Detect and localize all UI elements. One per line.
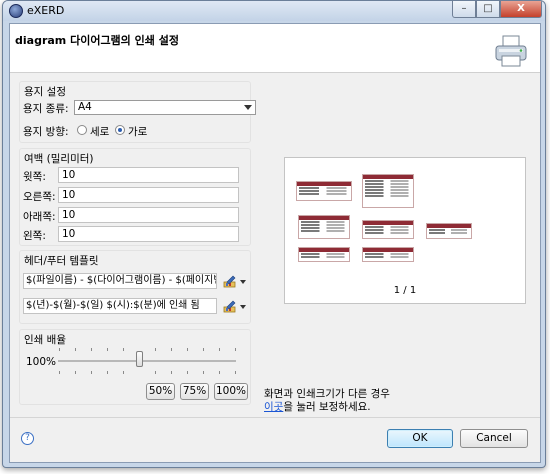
slider-tick	[59, 371, 60, 374]
scale-50-button[interactable]: 50%	[146, 383, 175, 400]
paper-type-label: 용지 종류:	[23, 103, 69, 115]
orientation-label: 용지 방향:	[23, 126, 69, 138]
dialog-window: eXERD – □ X diagram 다이어그램의 인쇄 설정 용지 설정 용…	[2, 0, 546, 468]
title-bar[interactable]: eXERD – □ X	[3, 1, 545, 21]
margin-right-label: 오른쪽:	[23, 191, 56, 203]
margin-bottom-label: 아래쪽:	[23, 211, 56, 223]
margins-group: 여백 (밀리미터) 윗쪽: 10 오른쪽: 10 아래쪽: 10 왼쪽: 10	[19, 148, 251, 246]
diagram-table	[296, 181, 352, 201]
margin-bottom-input[interactable]: 10	[58, 207, 239, 223]
margin-top-label: 윗쪽:	[23, 171, 46, 183]
calibration-note: 화면과 인쇄크기가 다른 경우 이곳을 눌러 보정하세요.	[264, 388, 390, 414]
diagram-table	[362, 220, 414, 239]
slider-tick	[219, 371, 220, 374]
chevron-down-icon	[244, 105, 252, 110]
diagram-table	[298, 247, 350, 262]
slider-tick	[187, 348, 188, 351]
window-title: eXERD	[27, 4, 65, 17]
note-line-1: 화면과 인쇄크기가 다른 경우	[264, 388, 390, 400]
edit-template-icon[interactable]	[223, 300, 236, 313]
scale-75-button[interactable]: 75%	[180, 383, 209, 400]
slider-tick	[91, 348, 92, 351]
help-icon[interactable]: ?	[21, 432, 34, 445]
slider-tick	[219, 348, 220, 351]
slider-tick	[155, 371, 156, 374]
landscape-radio[interactable]	[115, 125, 125, 135]
page-title: diagram 다이어그램의 인쇄 설정	[15, 34, 179, 47]
slider-tick	[203, 348, 204, 351]
scale-100-button[interactable]: 100%	[214, 383, 248, 400]
cancel-button[interactable]: Cancel	[460, 429, 528, 448]
slider-tick	[91, 371, 92, 374]
diagram-table	[426, 223, 472, 239]
margin-top-input[interactable]: 10	[58, 167, 239, 183]
slider-tick	[123, 371, 124, 374]
scale-slider-track[interactable]	[58, 360, 236, 362]
print-preview[interactable]: 1 / 1	[284, 157, 526, 304]
slider-tick	[75, 348, 76, 351]
margins-group-label: 여백 (밀리미터)	[24, 153, 94, 165]
header-panel: diagram 다이어그램의 인쇄 설정	[10, 24, 540, 73]
slider-tick	[107, 348, 108, 351]
margin-left-label: 왼쪽:	[23, 230, 46, 242]
slider-tick	[203, 371, 204, 374]
diagram-table	[362, 174, 414, 208]
slider-tick	[171, 371, 172, 374]
scale-group-label: 인쇄 배율	[24, 334, 66, 346]
maximize-button[interactable]: □	[476, 1, 500, 18]
footer-divider	[10, 417, 540, 418]
diagram-table	[298, 215, 350, 239]
scale-group: 인쇄 배율 100% 50% 75% 100%	[19, 329, 251, 405]
calibrate-link[interactable]: 이곳	[264, 401, 283, 413]
slider-tick	[59, 348, 60, 351]
margin-left-input[interactable]: 10	[58, 226, 239, 242]
slider-tick	[235, 348, 236, 351]
templates-group-label: 헤더/푸터 템플릿	[24, 255, 99, 267]
page-indicator: 1 / 1	[393, 285, 417, 296]
landscape-label[interactable]: 가로	[128, 124, 147, 139]
app-icon	[9, 4, 23, 18]
slider-tick	[187, 371, 188, 374]
templates-group: 헤더/푸터 템플릿 $(파일이름) - $(다이어그램이름) - $(페이지번호…	[19, 250, 251, 324]
portrait-radio[interactable]	[77, 125, 87, 135]
diagram-table	[362, 247, 414, 262]
slider-tick	[235, 371, 236, 374]
slider-tick	[155, 348, 156, 351]
note-line-2: 이곳을 눌러 보정하세요.	[264, 401, 390, 414]
chevron-down-icon[interactable]	[240, 305, 246, 309]
slider-tick	[75, 371, 76, 374]
dialog-client: diagram 다이어그램의 인쇄 설정 용지 설정 용지 종류: A4 용지 …	[9, 23, 541, 463]
printer-icon	[495, 35, 527, 67]
footer-template-input[interactable]: $(년)-$(월)-$(일) $(시):$(분)에 인쇄 됨	[23, 298, 217, 314]
paper-group-label: 용지 설정	[24, 86, 66, 98]
paper-type-value: A4	[78, 101, 92, 113]
note-line-2-text: 을 눌러 보정하세요.	[283, 401, 371, 413]
edit-template-icon[interactable]	[223, 275, 236, 288]
ok-button[interactable]: OK	[387, 429, 453, 448]
chevron-down-icon[interactable]	[240, 280, 246, 284]
paper-group: 용지 설정 용지 종류: A4 용지 방향: 세로 가로	[19, 81, 256, 143]
header-template-input[interactable]: $(파일이름) - $(다이어그램이름) - $(페이지번호)	[23, 273, 217, 289]
close-button[interactable]: X	[500, 1, 542, 18]
minimize-button[interactable]: –	[452, 1, 476, 18]
scale-slider-thumb[interactable]	[136, 351, 143, 367]
scale-value-label: 100%	[26, 356, 57, 368]
margin-right-input[interactable]: 10	[58, 187, 239, 203]
paper-type-select[interactable]: A4	[74, 100, 256, 115]
slider-tick	[123, 348, 124, 351]
portrait-label[interactable]: 세로	[90, 124, 109, 139]
slider-tick	[107, 371, 108, 374]
slider-tick	[171, 348, 172, 351]
